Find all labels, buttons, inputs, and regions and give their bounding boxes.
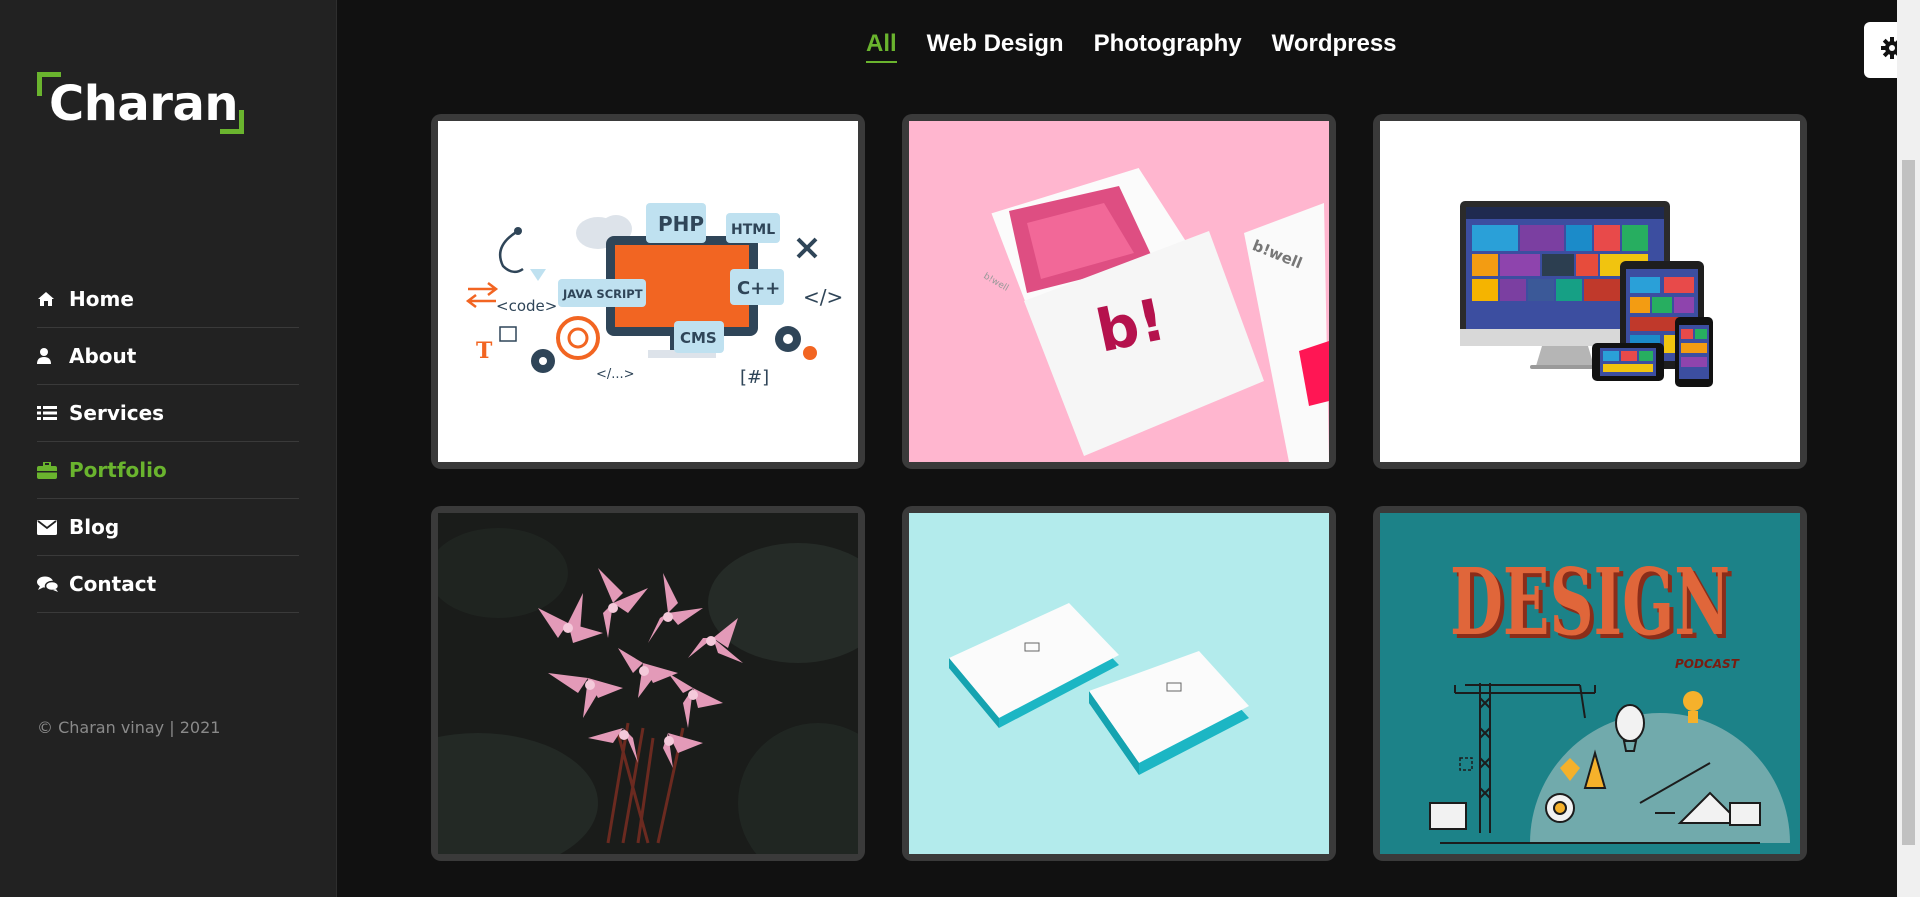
chat-icon <box>37 575 59 593</box>
logo-text: Charan <box>49 76 239 132</box>
nav-item-home[interactable]: Home <box>37 271 299 328</box>
svg-text:DESIGN: DESIGN <box>1450 548 1730 656</box>
portfolio-grid: PHP HTML C++ JAVA SCRIPT CMS <code> </> … <box>431 114 1807 861</box>
nav-label: Services <box>69 401 165 425</box>
nav-label: Portfolio <box>69 458 167 482</box>
svg-text:</...>: </...> <box>596 367 635 382</box>
portfolio-image-design-podcast: DESIGN DESIGN PODCAST <box>1380 513 1800 854</box>
nav-label: About <box>69 344 137 368</box>
user-icon <box>37 347 59 365</box>
nav-item-blog[interactable]: Blog <box>37 499 299 556</box>
filter-web-design[interactable]: Web Design <box>927 30 1064 62</box>
logo-corner-bottom-right <box>220 110 244 134</box>
portfolio-image-business-cards <box>909 513 1329 854</box>
filter-wordpress[interactable]: Wordpress <box>1272 30 1397 62</box>
nav-item-services[interactable]: Services <box>37 385 299 442</box>
portfolio-item-flower-photo[interactable] <box>431 506 865 861</box>
svg-text:<code>: <code> <box>496 297 557 315</box>
portfolio-image-web-development: PHP HTML C++ JAVA SCRIPT CMS <code> </> … <box>438 121 858 462</box>
svg-text:PHP: PHP <box>658 212 704 236</box>
svg-text:HTML: HTML <box>731 222 775 238</box>
briefcase-icon <box>37 461 59 479</box>
copyright: © Charan vinay | 2021 <box>37 718 221 737</box>
portfolio-image-flower-photo <box>438 513 858 854</box>
scrollbar-thumb[interactable] <box>1902 160 1915 845</box>
site-logo[interactable]: Charan <box>37 72 245 134</box>
portfolio-item-web-development[interactable]: PHP HTML C++ JAVA SCRIPT CMS <code> </> … <box>431 114 865 469</box>
svg-text:</>: </> <box>803 285 843 309</box>
nav-item-portfolio[interactable]: Portfolio <box>37 442 299 499</box>
svg-text:[#]: [#] <box>740 367 769 388</box>
nav-label: Home <box>69 287 134 311</box>
home-icon <box>37 290 59 308</box>
portfolio-item-business-cards[interactable] <box>902 506 1336 861</box>
portfolio-filters: All Web Design Photography Wordpress <box>866 30 1397 63</box>
nav-item-about[interactable]: About <box>37 328 299 385</box>
nav-item-contact[interactable]: Contact <box>37 556 299 613</box>
nav-label: Blog <box>69 515 120 539</box>
portfolio-image-stationery: b! b!well b!well <box>909 121 1329 462</box>
scrollbar[interactable] <box>1897 0 1920 897</box>
list-icon <box>37 404 59 422</box>
svg-text:PODCAST: PODCAST <box>1675 657 1740 671</box>
svg-text:b!: b! <box>1091 285 1172 366</box>
main-nav: Home About Services Portfolio Blog Conta… <box>37 271 299 613</box>
svg-text:CMS: CMS <box>680 329 717 347</box>
nav-label: Contact <box>69 572 157 596</box>
filter-photography[interactable]: Photography <box>1094 30 1242 62</box>
svg-text:C++: C++ <box>737 278 780 299</box>
svg-text:T: T <box>476 338 493 364</box>
envelope-icon <box>37 518 59 536</box>
portfolio-item-stationery[interactable]: b! b!well b!well <box>902 114 1336 469</box>
sidebar: Charan Home About Services Portfolio Blo… <box>0 0 337 897</box>
filter-all[interactable]: All <box>866 30 897 63</box>
svg-text:JAVA SCRIPT: JAVA SCRIPT <box>562 287 643 301</box>
portfolio-image-responsive-devices <box>1380 121 1800 462</box>
portfolio-item-design-podcast[interactable]: DESIGN DESIGN PODCAST <box>1373 506 1807 861</box>
portfolio-item-responsive-devices[interactable] <box>1373 114 1807 469</box>
